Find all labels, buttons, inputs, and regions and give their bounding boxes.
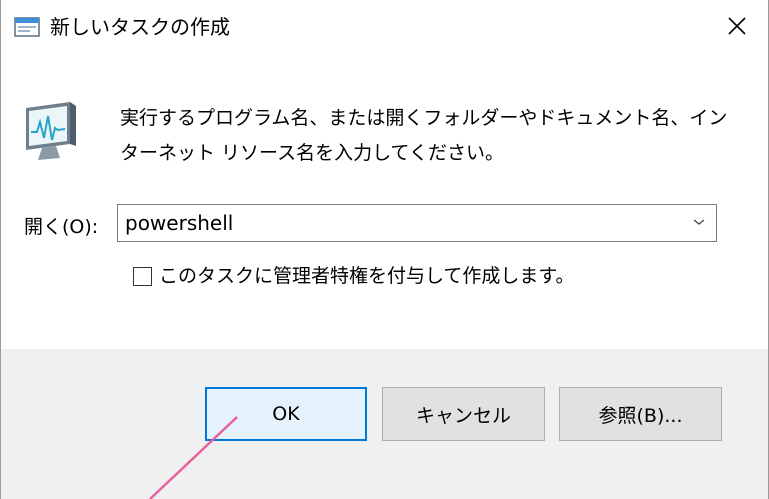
open-label: 開く(O): (24, 216, 99, 238)
task-monitor-icon (26, 102, 76, 160)
admin-privileges-checkbox[interactable] (133, 267, 152, 286)
instruction-text: 実行するプログラム名、または開くフォルダーやドキュメント名、イン ターネット リ… (120, 101, 740, 171)
instruction-line-1: 実行するプログラム名、または開くフォルダーやドキュメント名、イン (120, 107, 728, 129)
admin-privileges-label[interactable]: このタスクに管理者特権を付与して作成します。 (159, 262, 575, 290)
instruction-line-2: ターネット リソース名を入力してください。 (120, 142, 504, 164)
cancel-button[interactable]: キャンセル (382, 387, 545, 441)
close-button[interactable] (713, 6, 761, 46)
open-combobox[interactable]: powershell (117, 204, 717, 242)
ok-button[interactable]: OK (205, 387, 367, 441)
dialog-title: 新しいタスクの作成 (50, 15, 230, 39)
browse-button[interactable]: 参照(B)... (559, 387, 722, 441)
open-input[interactable]: powershell (125, 209, 233, 237)
chevron-down-icon[interactable] (692, 217, 706, 227)
create-new-task-dialog: 新しいタスクの作成 実行するプログラム名、または開くフォルダーやドキュメント名、… (0, 0, 769, 499)
run-window-icon (14, 17, 40, 37)
title-bar: 新しいタスクの作成 (1, 0, 768, 52)
close-icon (728, 17, 746, 35)
